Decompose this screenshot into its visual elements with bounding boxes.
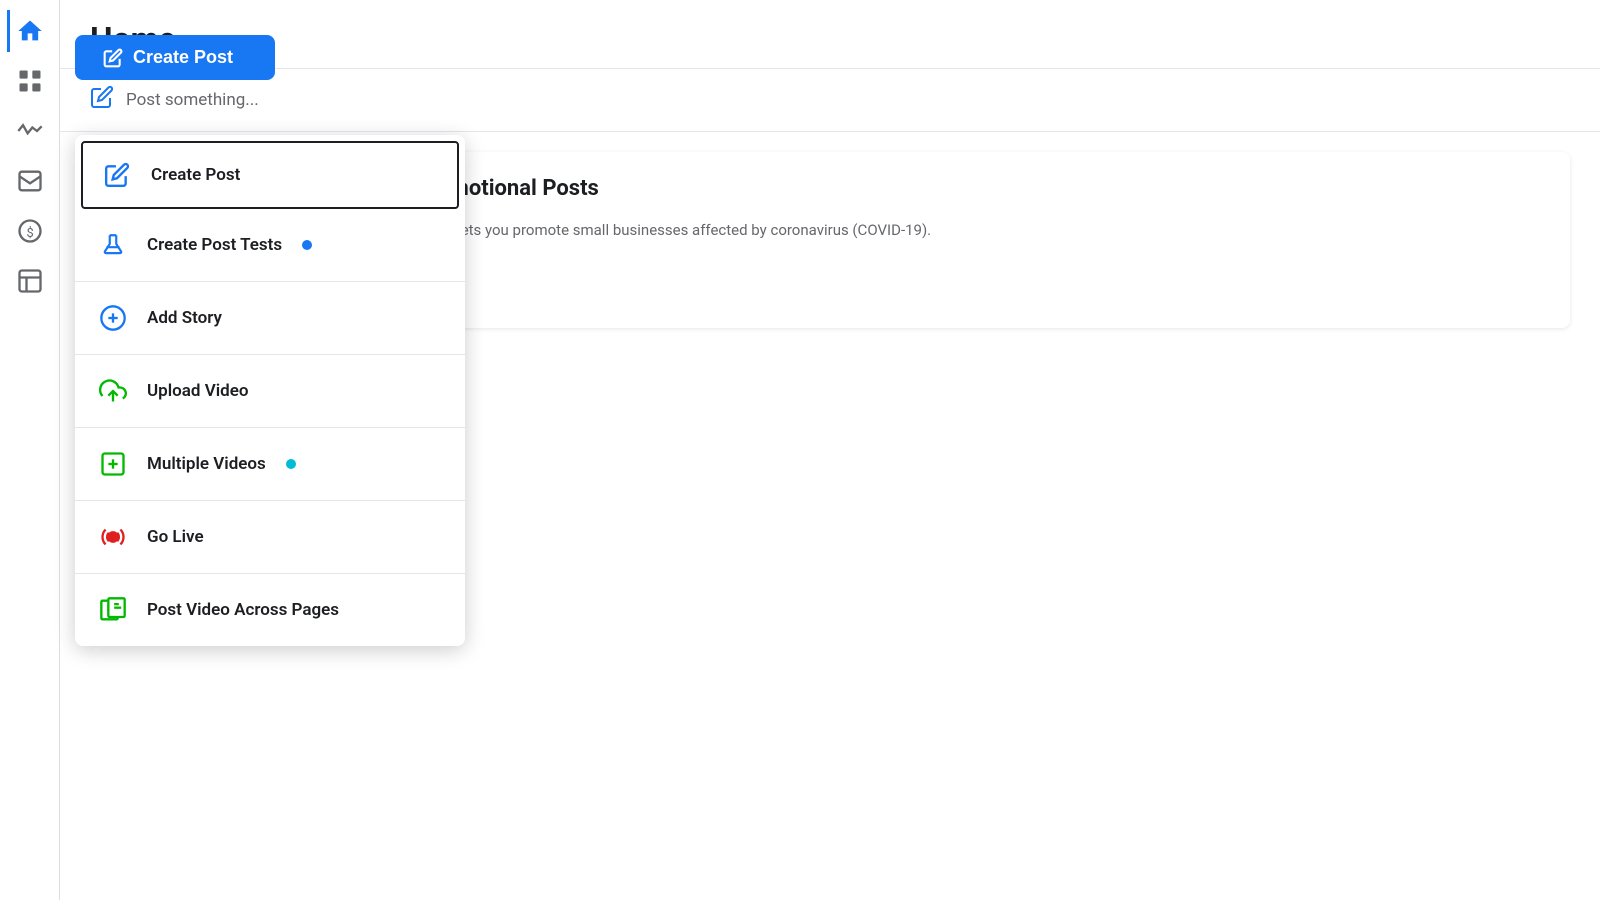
create-post-button-wrapper: Create Post [75,35,275,80]
dropdown-item-add-story[interactable]: Add Story [75,282,465,355]
post-bar[interactable]: Post something... [60,69,1600,132]
dropdown-item-create-post-tests[interactable]: Create Post Tests [75,209,465,282]
dropdown-item-upload-video[interactable]: Upload Video [75,355,465,428]
page-title: Home [90,20,1570,58]
dropdown-item-create-post[interactable]: Create Post [81,141,459,209]
dropdown-item-multiple-videos[interactable]: Multiple Videos [75,428,465,501]
multiple-videos-badge [286,459,296,469]
sidebar: $ [0,0,60,900]
create-post-dropdown: Create Post Create Post Tests Add Story [75,135,465,646]
sidebar-item-inbox[interactable] [9,160,51,202]
live-icon [95,519,131,555]
edit-icon [99,157,135,193]
dropdown-item-go-live[interactable]: Go Live [75,501,465,574]
sidebar-item-activity[interactable] [9,110,51,152]
plus-circle-icon [95,300,131,336]
create-post-tests-badge [302,240,312,250]
sidebar-item-pages[interactable] [9,60,51,102]
sidebar-item-publishing[interactable] [9,260,51,302]
plus-square-icon [95,446,131,482]
multi-page-icon [95,592,131,628]
svg-text:$: $ [26,226,33,241]
post-edit-icon [90,85,114,115]
flask-icon [95,227,131,263]
sidebar-item-home[interactable] [7,10,49,52]
sidebar-item-monetize[interactable]: $ [9,210,51,252]
dropdown-item-post-video-across-pages[interactable]: Post Video Across Pages [75,574,465,646]
create-post-button[interactable]: Create Post [75,35,275,80]
main-header: Home [60,0,1600,69]
post-placeholder[interactable]: Post something... [126,90,259,110]
upload-icon [95,373,131,409]
edit-icon [103,48,123,68]
